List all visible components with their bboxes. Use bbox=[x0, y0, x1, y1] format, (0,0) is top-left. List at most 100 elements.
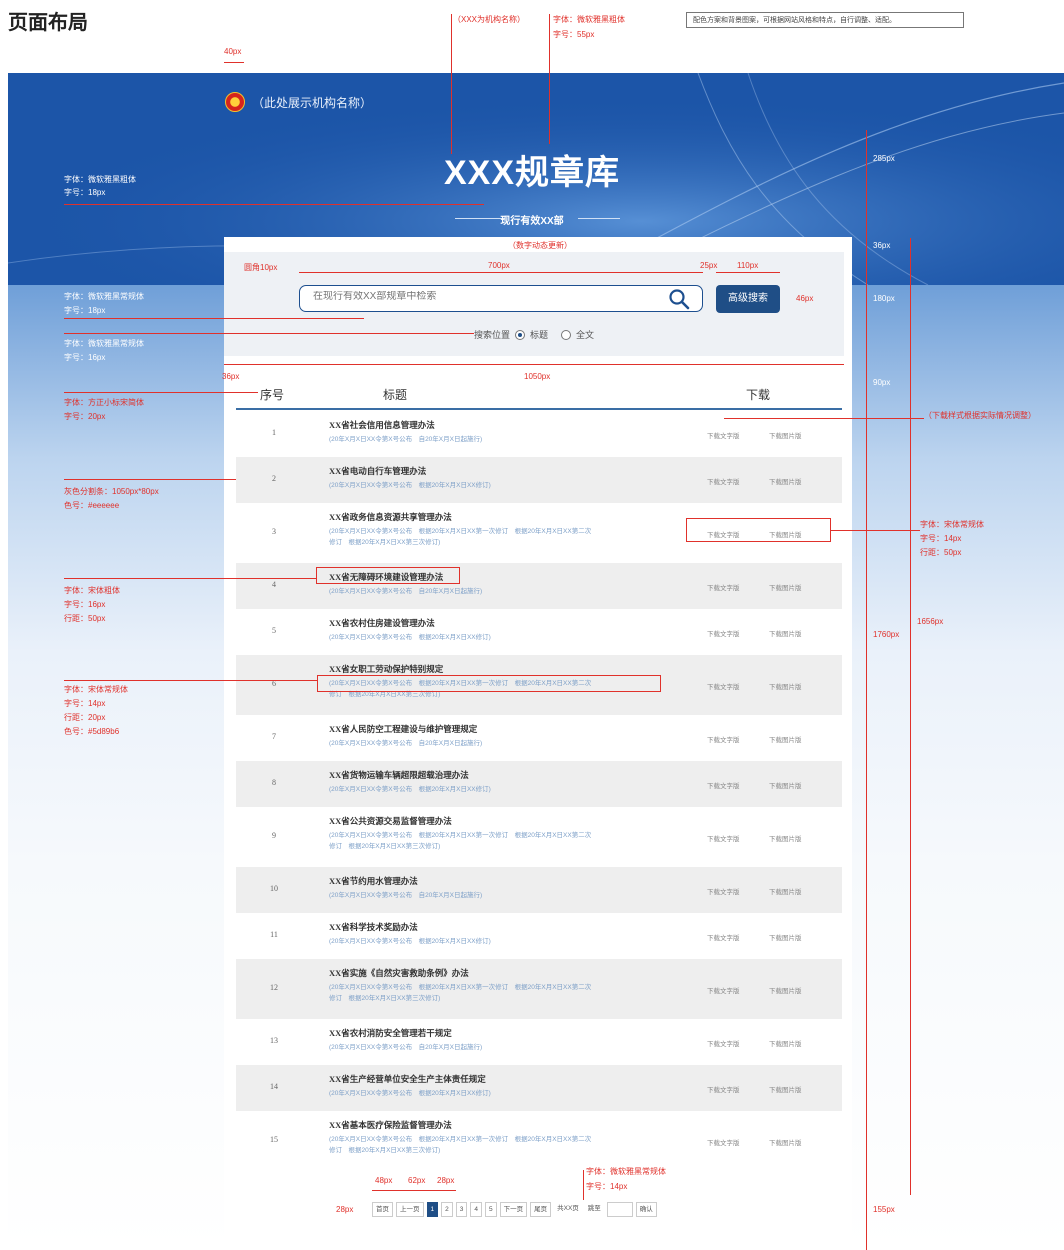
row-title-link[interactable]: XX省人民防空工程建设与维护管理规定 bbox=[329, 723, 477, 735]
download-image-link[interactable]: 下载图片版 bbox=[769, 932, 802, 942]
row-title-link[interactable]: XX省生产经营单位安全生产主体责任规定 bbox=[329, 1073, 486, 1085]
ann-leader bbox=[64, 578, 316, 579]
row-meta-line: (20年X月X日XX令第X号公布 自20年X月X日起施行) bbox=[329, 436, 483, 443]
download-text-link[interactable]: 下载文字版 bbox=[707, 734, 740, 744]
row-number: 10 bbox=[270, 884, 278, 893]
row-title-link[interactable]: XX省农村消防安全管理若干规定 bbox=[329, 1027, 452, 1039]
download-text-link[interactable]: 下载文字版 bbox=[707, 932, 740, 942]
row-title-link[interactable]: XX省农村住房建设管理办法 bbox=[329, 617, 435, 629]
row-title-link[interactable]: XX省社会信用信息管理办法 bbox=[329, 419, 435, 431]
download-image-link[interactable]: 下载图片版 bbox=[769, 1137, 802, 1147]
row-title-link[interactable]: XX省公共资源交易监督管理办法 bbox=[329, 815, 452, 827]
download-text-link[interactable]: 下载文字版 bbox=[707, 780, 740, 790]
download-text-link[interactable]: 下载文字版 bbox=[707, 476, 740, 486]
download-text-link[interactable]: 下载文字版 bbox=[707, 681, 740, 691]
row-title-link[interactable]: XX省节约用水管理办法 bbox=[329, 875, 418, 887]
ann-left-40: 40px bbox=[224, 47, 242, 56]
pager-first[interactable]: 首页 bbox=[372, 1202, 393, 1217]
table-row: 7 XX省人民防空工程建设与维护管理规定 (20年X月X日XX令第X号公布 自20年… bbox=[236, 715, 842, 761]
row-meta: (20年X月X日XX令第X号公布 自20年X月X日起施行) bbox=[329, 434, 659, 445]
ann-leader bbox=[64, 318, 364, 319]
row-number: 4 bbox=[272, 580, 276, 589]
ann-scope-size: 字号：16px bbox=[64, 353, 106, 362]
pager-page-4[interactable]: 4 bbox=[470, 1202, 482, 1217]
ann-pager-size: 字号：14px bbox=[586, 1182, 628, 1191]
download-image-link[interactable]: 下载图片版 bbox=[769, 780, 802, 790]
ann-r155: 155px bbox=[873, 1205, 895, 1214]
download-text-link[interactable]: 下载文字版 bbox=[707, 582, 740, 592]
search-icon[interactable] bbox=[668, 288, 690, 310]
ann-sub-size: 字号：18px bbox=[64, 188, 106, 197]
ann-right-dim bbox=[866, 130, 867, 1250]
ann-leader bbox=[549, 14, 550, 144]
row-title-link[interactable]: XX省基本医疗保险监督管理办法 bbox=[329, 1119, 452, 1131]
download-image-link[interactable]: 下载图片版 bbox=[769, 833, 802, 843]
pager-next[interactable]: 下一页 bbox=[499, 1202, 528, 1217]
download-text-link[interactable]: 下载文字版 bbox=[707, 430, 740, 440]
color-note: 配色方案和背景图案，可根据网站风格和特点，自行调整、适配。 bbox=[686, 12, 964, 28]
download-text-link[interactable]: 下载文字版 bbox=[707, 833, 740, 843]
download-text-link[interactable]: 下载文字版 bbox=[707, 1038, 740, 1048]
ann-gray-divider: 灰色分割条：1050px*80px bbox=[64, 487, 159, 496]
advanced-search-button[interactable]: 高级搜索 bbox=[716, 285, 780, 313]
ann-leader bbox=[724, 418, 924, 419]
download-text-link[interactable]: 下载文字版 bbox=[707, 1137, 740, 1147]
download-image-link[interactable]: 下载图片版 bbox=[769, 476, 802, 486]
ann-dim bbox=[372, 1190, 456, 1191]
ann-meta-color: 色号：#5d89b6 bbox=[64, 727, 120, 736]
pager-page-2[interactable]: 2 bbox=[441, 1202, 453, 1217]
row-number: 9 bbox=[272, 831, 276, 840]
ann-leader bbox=[583, 1170, 584, 1200]
pager-prev[interactable]: 上一页 bbox=[396, 1202, 424, 1217]
download-text-link[interactable]: 下载文字版 bbox=[707, 886, 740, 896]
download-image-link[interactable]: 下载图片版 bbox=[769, 582, 802, 592]
row-meta: (20年X月X日XX令第X号公布 根据20年X月X日XX第一次修订 根据20年X… bbox=[329, 526, 659, 548]
ann-title-font: 字体：微软雅黑粗体 bbox=[553, 15, 625, 24]
row-meta: (20年X月X日XX令第X号公布 根据20年X月X日XX第一次修订 根据20年X… bbox=[329, 1134, 659, 1156]
pager-total: 共XX页 bbox=[557, 1205, 579, 1212]
download-image-link[interactable]: 下载图片版 bbox=[769, 1038, 802, 1048]
pager-goto-input[interactable] bbox=[606, 1202, 633, 1217]
ann-leader bbox=[64, 333, 474, 334]
radio-title[interactable] bbox=[515, 329, 526, 340]
download-text-link[interactable]: 下载文字版 bbox=[707, 628, 740, 638]
row-meta-line: (20年X月X日XX令第X号公布 自20年X月X日起施行) bbox=[329, 892, 483, 899]
search-input[interactable] bbox=[313, 291, 653, 302]
download-text-link[interactable]: 下载文字版 bbox=[707, 985, 740, 995]
scope-option-title[interactable]: 标题 bbox=[530, 328, 548, 341]
download-text-link[interactable]: 下载文字版 bbox=[707, 1084, 740, 1094]
download-image-link[interactable]: 下载图片版 bbox=[769, 734, 802, 744]
download-image-link[interactable]: 下载图片版 bbox=[769, 628, 802, 638]
row-meta-line: 修订 根据20年X月X日XX第三次修订) bbox=[329, 539, 441, 546]
table-row: 10 XX省节约用水管理办法 (20年X月X日XX令第X号公布 自20年X月X日起施… bbox=[236, 867, 842, 913]
row-title-link[interactable]: XX省女职工劳动保护特别规定 bbox=[329, 663, 443, 675]
download-image-link[interactable]: 下载图片版 bbox=[769, 985, 802, 995]
row-title-link[interactable]: XX省实施《自然灾害救助条例》办法 bbox=[329, 967, 469, 979]
pager-confirm-button[interactable]: 确认 bbox=[635, 1202, 657, 1217]
ann-p28b: 28px bbox=[336, 1205, 354, 1214]
pager-last[interactable]: 尾页 bbox=[530, 1202, 552, 1217]
org-header[interactable]: （此处展示机构名称） bbox=[225, 92, 372, 112]
pager-page-1[interactable]: 1 bbox=[426, 1202, 439, 1217]
row-title-link[interactable]: XX省科学技术奖励办法 bbox=[329, 921, 418, 933]
emblem-icon bbox=[225, 92, 245, 112]
ann-w25: 25px bbox=[700, 261, 718, 270]
search-field[interactable] bbox=[299, 285, 703, 312]
row-meta-line: (20年X月X日XX令第X号公布 自20年X月X日起施行) bbox=[329, 588, 483, 595]
radio-fulltext[interactable] bbox=[561, 329, 572, 340]
download-image-link[interactable]: 下载图片版 bbox=[769, 681, 802, 691]
download-image-link[interactable]: 下载图片版 bbox=[769, 1084, 802, 1094]
row-number: 1 bbox=[272, 428, 276, 437]
pager-page-3[interactable]: 3 bbox=[455, 1202, 468, 1217]
download-image-link[interactable]: 下载图片版 bbox=[769, 430, 802, 440]
download-image-link[interactable]: 下载图片版 bbox=[769, 886, 802, 896]
row-title-link[interactable]: XX省电动自行车管理办法 bbox=[329, 465, 426, 477]
row-meta: (20年X月X日XX令第X号公布 根据20年X月X日XX第一次修订 根据20年X… bbox=[329, 830, 659, 852]
subtitle: 现行有效XX部 bbox=[500, 216, 564, 227]
row-number: 5 bbox=[272, 626, 276, 635]
ann-r1760: 1760px bbox=[873, 630, 900, 639]
pager-page-5[interactable]: 5 bbox=[485, 1202, 497, 1217]
row-title-link[interactable]: XX省政务信息资源共享管理办法 bbox=[329, 511, 452, 523]
row-title-link[interactable]: XX省货物运输车辆超限超载治理办法 bbox=[329, 769, 469, 781]
scope-option-fulltext[interactable]: 全文 bbox=[576, 328, 594, 341]
